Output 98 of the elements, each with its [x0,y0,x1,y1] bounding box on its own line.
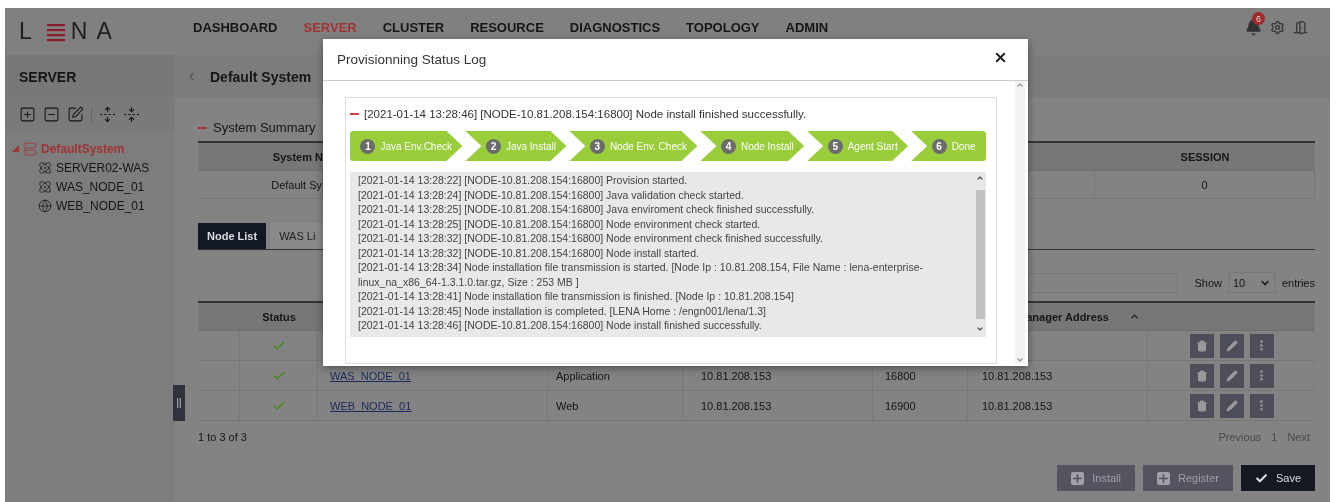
pencil-icon [1225,399,1238,412]
scrollbar[interactable] [1015,81,1025,364]
column-header: SESSION [1095,143,1315,171]
trash-icon [1195,399,1208,412]
sidebar-title: SERVER [5,55,175,98]
step-label: Java Install [505,140,556,152]
section-title: System Summary [213,120,316,135]
more-button[interactable] [1249,363,1274,388]
logo-bars-icon [46,21,65,42]
tab[interactable]: WAS Li [270,223,325,249]
node-link[interactable]: WAS_NODE_01 [330,369,411,382]
entries-label: entries [1281,276,1315,289]
trash-icon [1195,369,1208,382]
modal-title: Provisionning Status Log [337,52,487,67]
add-button[interactable]: Register [1142,465,1233,491]
log-entry-title: [2021-01-14 13:28:46] [NODE-10.81.208.154:16800] Node install finished successfully. [364,108,807,120]
log-line: [2021-01-14 13:28:22] [NODE-10.81.208.154:16800] Provision started. [358,173,689,188]
scroll-up-icon[interactable] [976,174,984,182]
plus-icon [1156,471,1170,485]
log-line: [2021-01-14 13:28:25] [NODE-10.81.208.154:16800] Node environment check started. [358,216,762,231]
sidebar-toggle-handle[interactable] [173,385,185,421]
settings-icon[interactable] [1270,20,1285,35]
log-line: [2021-01-14 13:28:45] Node installation is completed. [LENA Home : /engn001/lena/1.3] [358,303,768,318]
log-line: [2021-01-14 13:28:24] [NODE-10.81.208.154:16800] Java validation check started. [358,187,745,202]
scroll-up-icon[interactable] [1016,81,1024,89]
column-header [198,303,240,331]
more-button[interactable] [1249,393,1274,418]
add-button[interactable]: Install [1057,465,1135,491]
pencil-icon [1225,339,1238,352]
column-header: Status [240,303,318,331]
nav-item[interactable]: DIAGNOSTICS [569,21,661,35]
plus-icon [1071,471,1085,485]
server-icon [23,141,37,156]
table-cell: 10.81.208.153 [968,391,1148,421]
logo-text: L [19,18,41,45]
nav-item[interactable]: TOPOLOGY [686,21,760,35]
delete-button[interactable] [1189,333,1214,358]
tab[interactable]: Node List [198,223,267,249]
step-number: 2 [485,138,501,154]
pencil-icon [1225,369,1238,382]
gear-cluster-icon [38,179,52,194]
step-number: 1 [360,138,376,154]
add-icon[interactable] [19,106,36,123]
pagination-link[interactable]: Previous [1213,431,1267,443]
pagination-link[interactable]: 1 [1266,431,1283,443]
logo-text: NA [70,18,121,45]
nav-item[interactable]: RESOURCE [470,21,544,35]
table-cell: 0 [1095,171,1315,199]
gear-cluster-icon [38,160,52,175]
delete-button[interactable] [1189,393,1214,418]
edit-button[interactable] [1219,393,1244,418]
trash-icon [1195,339,1208,352]
scroll-down-icon[interactable] [1016,356,1024,364]
section-dash-icon [198,126,207,129]
step-label: Java Env.Check [380,140,452,152]
table-cell: 10.81.208.153 [683,391,873,421]
remove-icon[interactable] [43,106,60,123]
expand-all-icon[interactable] [99,106,116,123]
door-icon[interactable] [1293,20,1308,35]
log-line: [2021-01-14 13:28:46] [NODE-10.81.208.154:16800] Node install finished successfully. [358,318,763,333]
table-cell: 16900 [873,391,968,421]
step-label: Node Env. Check [609,140,687,152]
step-label: Done [951,140,976,152]
tree-item[interactable]: SERVER02-WAS [5,158,175,177]
check-icon [1254,471,1268,485]
log-line: [2021-01-14 13:28:32] [NODE-10.81.208.154:16800] Node install started. [358,245,700,260]
nav-item[interactable]: CLUSTER [382,21,445,35]
tree-item[interactable]: WAS_NODE_01 [5,177,175,196]
edit-button[interactable] [1219,363,1244,388]
step-label: Agent Start [847,140,898,152]
page-size-select[interactable]: 10 [1227,272,1276,293]
expand-triangle-icon[interactable] [12,145,19,152]
log-line: [2021-01-14 13:28:25] [NODE-10.81.208.154:16800] Java enviroment check finished successfully. [358,202,816,217]
step-number: 4 [720,138,736,154]
step-number: 5 [827,138,843,154]
delete-button[interactable] [1189,363,1214,388]
table-info: 1 to 3 of 3 [198,431,247,443]
log-line: [2021-01-14 13:28:32] [NODE-10.81.208.154:16800] Node environment check finished successfully. [358,231,824,246]
show-label: Show [1194,276,1222,289]
save-button[interactable]: Save [1240,465,1315,491]
collapse-all-icon[interactable] [123,106,140,123]
step-label: Node Install [740,140,794,152]
nav-item[interactable]: DASHBOARD [193,21,278,35]
edit-icon[interactable] [67,106,84,123]
column-header: System N [198,143,323,171]
table-cell: Web [548,391,683,421]
notification-badge: 6 [1252,12,1265,25]
page-title: Default System [210,68,312,85]
step-number: 3 [589,138,605,154]
globe-icon [38,198,52,213]
log-line: [2021-01-14 13:28:41] Node installation file transmission is finished. [Node Ip : 10.81.208.154] [358,289,796,304]
more-button[interactable] [1249,333,1274,358]
edit-button[interactable] [1219,333,1244,358]
tree-item[interactable]: WEB_NODE_01 [5,196,175,215]
log-line: [2021-01-14 13:28:34] Node installation file transmission is started. [Node Ip : 10.81.208.154, File Name : lena-enterprise-linux_na_x86_64-1.3.1.0.tar.gz, Size : 253 MB ] [358,260,924,289]
step-number: 6 [931,138,947,154]
node-link[interactable]: WEB_NODE_01 [330,399,412,412]
nav-item[interactable]: ADMIN [785,21,829,35]
